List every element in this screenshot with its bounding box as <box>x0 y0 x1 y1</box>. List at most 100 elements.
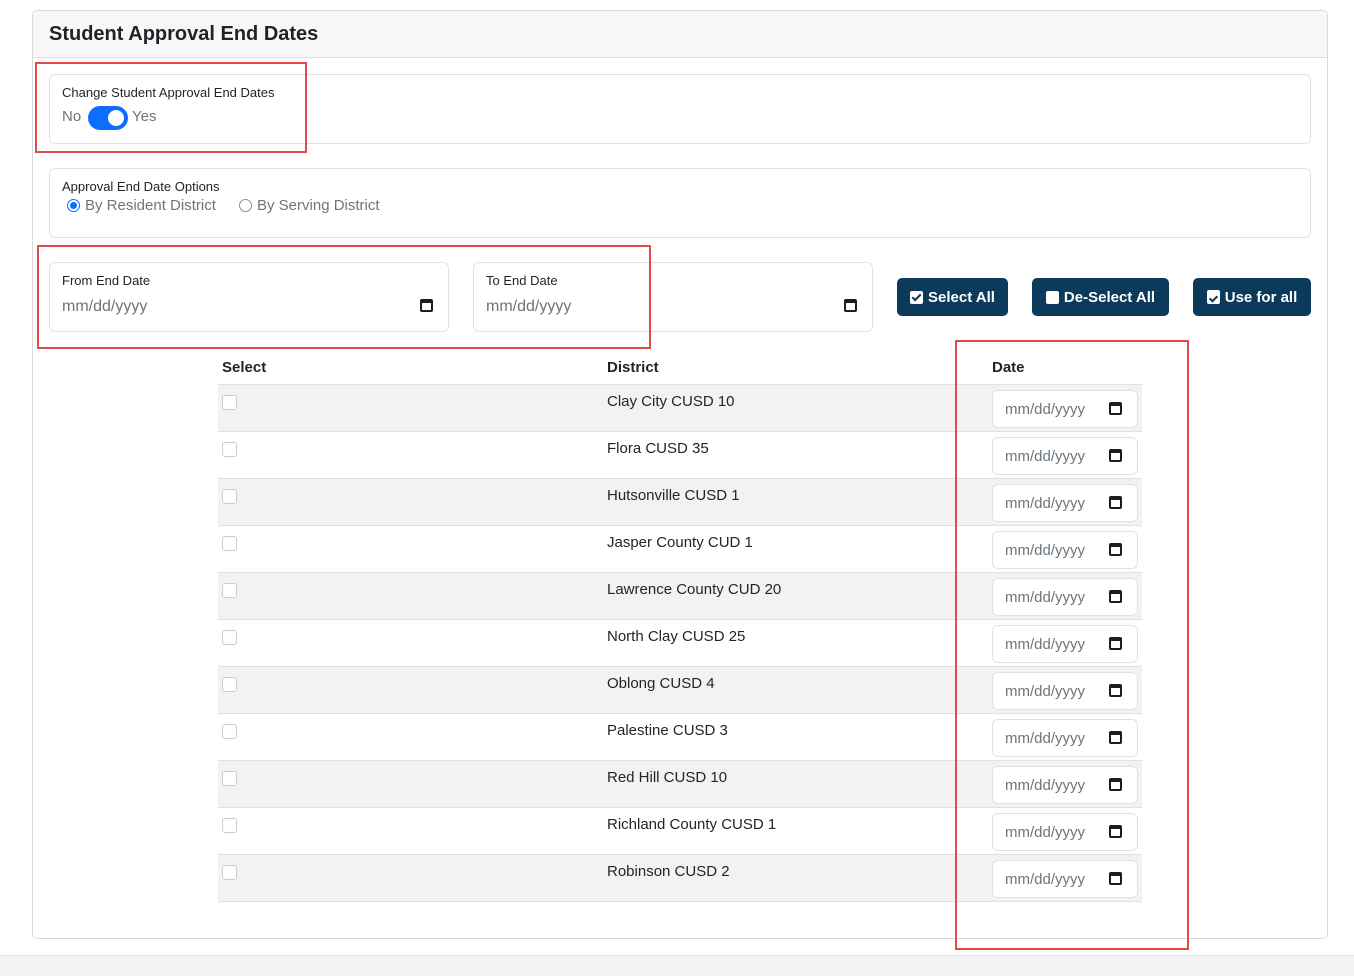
end-date-options-panel: Approval End Date Options By Resident Di… <box>49 168 1311 238</box>
card-title: Student Approval End Dates <box>49 23 319 45</box>
calendar-icon[interactable] <box>1109 496 1122 509</box>
row-date-input[interactable]: mm/dd/yyyy <box>992 860 1138 898</box>
change-dates-panel: Change Student Approval End Dates No Yes <box>49 74 1311 144</box>
district-name: Jasper County CUD 1 <box>607 534 753 551</box>
table-row: Hutsonville CUSD 1 mm/dd/yyyy <box>218 478 1142 525</box>
table-row: Clay City CUSD 10 mm/dd/yyyy <box>218 384 1142 431</box>
table-row: Lawrence County CUD 20 mm/dd/yyyy <box>218 572 1142 619</box>
select-column-header: Select <box>222 359 267 376</box>
calendar-icon[interactable] <box>1109 825 1122 838</box>
deselect-all-label: De-Select All <box>1063 288 1156 306</box>
row-select-checkbox[interactable] <box>222 395 237 410</box>
calendar-icon[interactable] <box>1109 402 1122 415</box>
row-date-placeholder: mm/dd/yyyy <box>1005 589 1086 606</box>
resident-district-label[interactable]: By Resident District <box>85 197 216 214</box>
change-dates-toggle[interactable] <box>88 106 128 130</box>
table-row: Palestine CUSD 3 mm/dd/yyyy <box>218 713 1142 760</box>
row-date-input[interactable]: mm/dd/yyyy <box>992 625 1138 663</box>
district-name: Clay City CUSD 10 <box>607 393 735 410</box>
toggle-no-label: No <box>62 108 82 125</box>
row-select-checkbox[interactable] <box>222 442 237 457</box>
row-date-input[interactable]: mm/dd/yyyy <box>992 672 1138 710</box>
calendar-icon[interactable] <box>1109 731 1122 744</box>
row-date-input[interactable]: mm/dd/yyyy <box>992 578 1138 616</box>
from-end-date-label: From End Date <box>62 273 151 288</box>
row-select-checkbox[interactable] <box>222 677 237 692</box>
table-row: Red Hill CUSD 10 mm/dd/yyyy <box>218 760 1142 807</box>
row-select-checkbox[interactable] <box>222 818 237 833</box>
toggle-knob <box>108 110 124 126</box>
card-header: Student Approval End Dates <box>33 11 1327 58</box>
row-select-checkbox[interactable] <box>222 536 237 551</box>
row-select-checkbox[interactable] <box>222 865 237 880</box>
district-name: Hutsonville CUSD 1 <box>607 487 740 504</box>
row-date-input[interactable]: mm/dd/yyyy <box>992 484 1138 522</box>
district-name: Red Hill CUSD 10 <box>607 769 728 786</box>
row-date-placeholder: mm/dd/yyyy <box>1005 495 1086 512</box>
district-name: North Clay CUSD 25 <box>607 628 746 645</box>
district-name: Robinson CUSD 2 <box>607 863 730 880</box>
table-row: Robinson CUSD 2 mm/dd/yyyy <box>218 854 1142 901</box>
select-all-button[interactable]: Select All <box>897 278 1008 316</box>
calendar-icon[interactable] <box>844 299 857 312</box>
table-row: North Clay CUSD 25 mm/dd/yyyy <box>218 619 1142 666</box>
calendar-icon[interactable] <box>420 299 433 312</box>
table-row: Richland County CUSD 1 mm/dd/yyyy <box>218 807 1142 854</box>
select-all-label: Select All <box>928 288 995 306</box>
row-date-placeholder: mm/dd/yyyy <box>1005 777 1086 794</box>
toggle-yes-label: Yes <box>132 108 157 125</box>
table-row: Jasper County CUD 1 mm/dd/yyyy <box>218 525 1142 572</box>
row-date-placeholder: mm/dd/yyyy <box>1005 871 1086 888</box>
row-date-placeholder: mm/dd/yyyy <box>1005 824 1086 841</box>
row-date-placeholder: mm/dd/yyyy <box>1005 730 1086 747</box>
calendar-icon[interactable] <box>1109 872 1122 885</box>
row-select-checkbox[interactable] <box>222 489 237 504</box>
district-name: Flora CUSD 35 <box>607 440 709 457</box>
row-date-input[interactable]: mm/dd/yyyy <box>992 813 1138 851</box>
use-for-all-button[interactable]: Use for all <box>1193 278 1311 316</box>
row-date-placeholder: mm/dd/yyyy <box>1005 401 1086 418</box>
row-date-input[interactable]: mm/dd/yyyy <box>992 390 1138 428</box>
to-end-date-label: To End Date <box>486 273 558 288</box>
row-date-placeholder: mm/dd/yyyy <box>1005 542 1086 559</box>
table-row: Flora CUSD 35 mm/dd/yyyy <box>218 431 1142 478</box>
row-select-checkbox[interactable] <box>222 771 237 786</box>
district-name: Palestine CUSD 3 <box>607 722 728 739</box>
table-row: Oblong CUSD 4 mm/dd/yyyy <box>218 666 1142 713</box>
from-end-date-field[interactable]: From End Date mm/dd/yyyy <box>49 262 449 332</box>
district-column-header: District <box>607 359 659 376</box>
calendar-icon[interactable] <box>1109 684 1122 697</box>
calendar-check-icon <box>1206 290 1220 304</box>
resident-district-radio[interactable] <box>67 199 80 212</box>
table-bottom-border <box>218 901 1142 902</box>
serving-district-label[interactable]: By Serving District <box>257 197 380 214</box>
calendar-icon[interactable] <box>1109 590 1122 603</box>
district-name: Oblong CUSD 4 <box>607 675 715 692</box>
row-date-placeholder: mm/dd/yyyy <box>1005 683 1086 700</box>
page-footer-band <box>0 955 1354 976</box>
serving-district-radio[interactable] <box>239 199 252 212</box>
calendar-icon[interactable] <box>1109 449 1122 462</box>
deselect-all-button[interactable]: De-Select All <box>1032 278 1169 316</box>
from-end-date-placeholder: mm/dd/yyyy <box>62 298 148 315</box>
calendar-icon[interactable] <box>1109 543 1122 556</box>
row-select-checkbox[interactable] <box>222 583 237 598</box>
calendar-icon[interactable] <box>1109 637 1122 650</box>
change-dates-label: Change Student Approval End Dates <box>62 85 275 100</box>
to-end-date-placeholder: mm/dd/yyyy <box>486 298 572 315</box>
row-select-checkbox[interactable] <box>222 724 237 739</box>
calendar-icon[interactable] <box>1109 778 1122 791</box>
row-select-checkbox[interactable] <box>222 630 237 645</box>
square-icon <box>1045 290 1059 304</box>
use-for-all-label: Use for all <box>1224 288 1298 306</box>
row-date-placeholder: mm/dd/yyyy <box>1005 448 1086 465</box>
to-end-date-field[interactable]: To End Date mm/dd/yyyy <box>473 262 873 332</box>
check-square-icon <box>910 290 923 304</box>
row-date-input[interactable]: mm/dd/yyyy <box>992 531 1138 569</box>
row-date-input[interactable]: mm/dd/yyyy <box>992 766 1138 804</box>
row-date-input[interactable]: mm/dd/yyyy <box>992 719 1138 757</box>
options-label: Approval End Date Options <box>62 179 220 194</box>
district-name: Lawrence County CUD 20 <box>607 581 782 598</box>
row-date-input[interactable]: mm/dd/yyyy <box>992 437 1138 475</box>
row-date-placeholder: mm/dd/yyyy <box>1005 636 1086 653</box>
